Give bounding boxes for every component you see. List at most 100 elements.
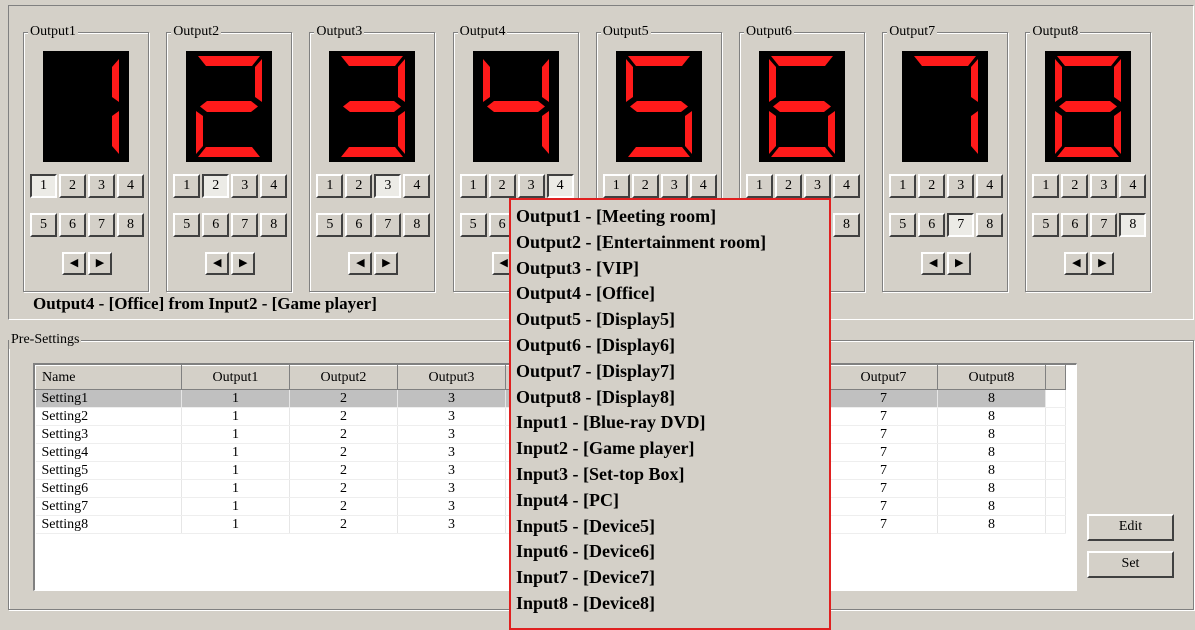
input-button-5[interactable]: 5 xyxy=(889,213,917,237)
input-button-3[interactable]: 3 xyxy=(517,174,545,198)
input-button-8[interactable]: 8 xyxy=(260,213,288,237)
input-button-7[interactable]: 7 xyxy=(374,213,402,237)
input-button-6[interactable]: 6 xyxy=(202,213,230,237)
input-button-4[interactable]: 4 xyxy=(1119,174,1147,198)
input-button-1[interactable]: 1 xyxy=(602,174,630,198)
input-button-8[interactable]: 8 xyxy=(403,213,431,237)
input-button-2[interactable]: 2 xyxy=(488,174,516,198)
input-button-8[interactable]: 8 xyxy=(976,213,1004,237)
arrow-left-button[interactable]: ◀ xyxy=(205,252,230,275)
input-button-5[interactable]: 5 xyxy=(316,213,344,237)
input-button-7[interactable]: 7 xyxy=(88,213,115,237)
input-button-5[interactable]: 5 xyxy=(30,213,57,237)
column-header-output3[interactable]: Output3 xyxy=(397,365,506,390)
cell-output-value: 7 xyxy=(829,407,938,426)
set-button[interactable]: Set xyxy=(1087,551,1174,578)
arrow-right-button[interactable]: ▶ xyxy=(374,252,399,275)
input-button-4[interactable]: 4 xyxy=(403,174,431,198)
popup-menu-item[interactable]: Input6 - [Device6] xyxy=(516,539,829,565)
popup-menu-item[interactable]: Output5 - [Display5] xyxy=(516,307,829,333)
input-button-1[interactable]: 1 xyxy=(316,174,344,198)
input-button-7[interactable]: 7 xyxy=(1090,213,1118,237)
input-button-1[interactable]: 1 xyxy=(173,174,201,198)
input-button-1[interactable]: 1 xyxy=(889,174,917,198)
cell-output-value: 1 xyxy=(181,497,290,516)
arrow-right-button[interactable]: ▶ xyxy=(947,252,972,275)
popup-menu-item[interactable]: Output4 - [Office] xyxy=(516,281,829,307)
column-header-output8[interactable]: Output8 xyxy=(937,365,1046,390)
input-button-2[interactable]: 2 xyxy=(345,174,373,198)
popup-menu-item[interactable]: Output8 - [Display8] xyxy=(516,385,829,411)
arrow-left-button[interactable]: ◀ xyxy=(348,252,373,275)
arrow-left-icon: ◀ xyxy=(356,257,365,269)
input-button-2[interactable]: 2 xyxy=(1061,174,1089,198)
column-header-output2[interactable]: Output2 xyxy=(289,365,398,390)
popup-menu-item[interactable]: Input2 - [Game player] xyxy=(516,436,829,462)
cell-output-value: 2 xyxy=(289,443,398,462)
cell-output-value: 8 xyxy=(937,407,1046,426)
popup-menu-item[interactable]: Input3 - [Set-top Box] xyxy=(516,462,829,488)
input-button-2[interactable]: 2 xyxy=(202,174,230,198)
input-button-4[interactable]: 4 xyxy=(117,174,144,198)
popup-menu-item[interactable]: Input5 - [Device5] xyxy=(516,514,829,540)
input-button-3[interactable]: 3 xyxy=(1090,174,1118,198)
input-button-3[interactable]: 3 xyxy=(947,174,975,198)
input-button-2[interactable]: 2 xyxy=(631,174,659,198)
arrow-left-button[interactable]: ◀ xyxy=(921,252,946,275)
input-button-2[interactable]: 2 xyxy=(918,174,946,198)
input-button-7[interactable]: 7 xyxy=(947,213,975,237)
input-button-3[interactable]: 3 xyxy=(660,174,688,198)
arrow-right-icon: ▶ xyxy=(382,257,391,269)
input-button-5[interactable]: 5 xyxy=(1032,213,1060,237)
input-button-1[interactable]: 1 xyxy=(1032,174,1060,198)
input-button-1[interactable]: 1 xyxy=(30,174,57,198)
arrow-left-button[interactable]: ◀ xyxy=(1064,252,1089,275)
input-button-4[interactable]: 4 xyxy=(260,174,288,198)
input-button-6[interactable]: 6 xyxy=(918,213,946,237)
input-button-6[interactable]: 6 xyxy=(1061,213,1089,237)
input-button-5[interactable]: 5 xyxy=(459,213,487,237)
popup-menu-item[interactable]: Input7 - [Device7] xyxy=(516,565,829,591)
input-button-4[interactable]: 4 xyxy=(833,174,860,198)
input-button-3[interactable]: 3 xyxy=(88,174,115,198)
cell-setting-name: Setting5 xyxy=(35,461,182,480)
input-button-6[interactable]: 6 xyxy=(345,213,373,237)
segment-c xyxy=(684,111,692,154)
column-header-output7[interactable]: Output7 xyxy=(829,365,938,390)
edit-button[interactable]: Edit xyxy=(1087,514,1174,541)
input-button-3[interactable]: 3 xyxy=(804,174,831,198)
input-button-8[interactable]: 8 xyxy=(833,213,860,237)
input-button-4[interactable]: 4 xyxy=(976,174,1004,198)
input-button-8[interactable]: 8 xyxy=(117,213,144,237)
arrow-right-button[interactable]: ▶ xyxy=(231,252,256,275)
input-button-3[interactable]: 3 xyxy=(374,174,402,198)
input-button-8[interactable]: 8 xyxy=(1119,213,1147,237)
popup-menu-item[interactable]: Output2 - [Entertainment room] xyxy=(516,230,829,256)
popup-menu-item[interactable]: Output3 - [VIP] xyxy=(516,256,829,282)
input-button-6[interactable]: 6 xyxy=(59,213,86,237)
input-button-row: 1234 xyxy=(173,174,289,198)
popup-menu-item[interactable]: Input4 - [PC] xyxy=(516,488,829,514)
input-button-5[interactable]: 5 xyxy=(173,213,201,237)
input-button-2[interactable]: 2 xyxy=(59,174,86,198)
column-header-output1[interactable]: Output1 xyxy=(181,365,290,390)
arrow-left-button[interactable]: ◀ xyxy=(62,252,86,275)
popup-menu-item[interactable]: Output7 - [Display7] xyxy=(516,359,829,385)
routing-popup-menu[interactable]: Output1 - [Meeting room] Output2 - [Enter… xyxy=(509,198,831,630)
segment-g xyxy=(629,101,688,112)
input-button-4[interactable]: 4 xyxy=(689,174,717,198)
popup-menu-item[interactable]: Input1 - [Blue-ray DVD] xyxy=(516,410,829,436)
input-button-2[interactable]: 2 xyxy=(775,174,802,198)
popup-menu-item[interactable]: Output1 - [Meeting room] xyxy=(516,204,829,230)
input-button-4[interactable]: 4 xyxy=(546,174,574,198)
popup-menu-item[interactable]: Input8 - [Device8] xyxy=(516,591,829,617)
arrow-right-button[interactable]: ▶ xyxy=(88,252,112,275)
arrow-right-button[interactable]: ▶ xyxy=(1090,252,1115,275)
input-button-1[interactable]: 1 xyxy=(459,174,487,198)
column-header-name[interactable]: Name xyxy=(35,365,182,390)
input-button-1[interactable]: 1 xyxy=(746,174,773,198)
segment-b xyxy=(971,59,979,102)
input-button-3[interactable]: 3 xyxy=(231,174,259,198)
input-button-7[interactable]: 7 xyxy=(231,213,259,237)
popup-menu-item[interactable]: Output6 - [Display6] xyxy=(516,333,829,359)
